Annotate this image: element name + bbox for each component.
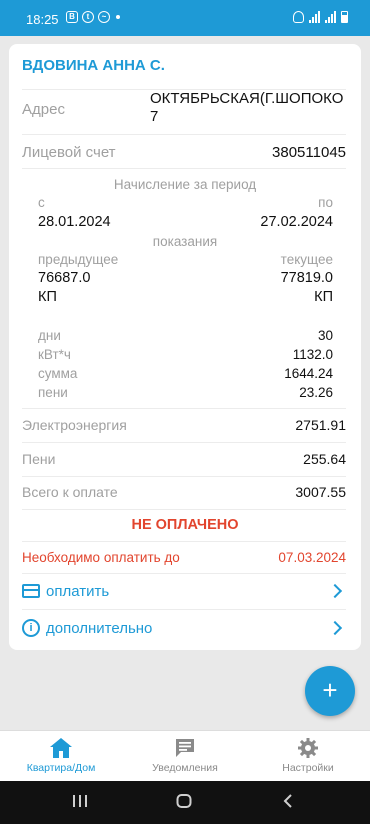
home-system-icon[interactable] [176,794,192,813]
pay-button[interactable]: оплатить [22,578,346,604]
stat-kwh-value: 1132.0 [292,347,333,362]
tb-icon: t [82,11,94,23]
stat-days-label: дни [38,328,61,343]
credit-card-icon [22,584,40,598]
divider [22,609,346,610]
nav-item-home-label: Квартира/Дом [26,762,96,774]
period-title: Начисление за период [113,177,257,192]
signal-icon [309,11,320,23]
messenger-icon: ~ [98,11,110,23]
period-to-label: по [318,195,333,210]
readings-curr-value: 77819.0 [280,270,333,286]
readings-prev-value: 76687.0 [38,270,91,286]
nav-item-notifications[interactable]: Уведомления [130,737,240,774]
status-time: 18:25 [26,12,59,27]
penalty-value: 255.64 [303,451,346,467]
account-number-value: 380511045 [272,144,346,161]
readings-prev-unit: КП [38,289,57,305]
4g-signal-icon [325,11,336,23]
account-holder-name: ВДОВИНА АННА С. [22,57,165,74]
address-value: ОКТЯБРЬСКАЯ(Г.ШОПОКО 7 [150,90,344,125]
address-label: Адрес [22,101,65,118]
stat-penalty-label: пени [38,385,68,400]
system-navigation-bar [0,781,370,824]
readings-title: показания [152,234,218,249]
nav-item-home[interactable]: Квартира/Дом [6,737,116,774]
nav-item-settings[interactable]: Настройки [253,737,363,774]
readings-curr-unit: КП [314,289,333,305]
more-button[interactable]: i дополнительно [22,615,346,641]
payment-status-badge: НЕ ОПЛАЧЕНО [131,517,239,533]
add-fab-button[interactable]: + [305,666,355,716]
due-row: Необходимо оплатить до 07.03.2024 [22,550,346,565]
due-date: 07.03.2024 [278,550,346,565]
readings-prev-label: предыдущее [38,252,119,267]
more-button-label: дополнительно [46,619,153,637]
total-label: Всего к оплате [22,484,118,500]
status-left-icons: B t ~ [66,11,120,23]
period-to-date: 27.02.2024 [260,214,333,230]
electricity-label: Электроэнергия [22,417,127,433]
penalty-label: Пени [22,451,56,467]
info-icon: i [22,619,40,637]
penalty-row: Пени 255.64 [22,451,346,467]
nav-item-settings-label: Настройки [282,762,334,774]
bottom-navigation: Квартира/Дом Уведомления Настройки [0,730,370,781]
chevron-right-icon [327,620,343,636]
period-from-date: 28.01.2024 [38,214,111,230]
account-card: ВДОВИНА АННА С. Адрес ОКТЯБРЬСКАЯ(Г.ШОПО… [9,44,361,650]
back-icon[interactable] [282,794,294,813]
chat-icon [130,737,240,759]
stat-kwh-label: кВт*ч [38,347,71,362]
chevron-right-icon [327,583,343,599]
total-value: 3007.55 [295,484,346,500]
due-label: Необходимо оплатить до [22,550,180,565]
divider [22,134,346,135]
stat-days-value: 30 [317,328,333,343]
divider [22,408,346,409]
account-number-label: Лицевой счет [22,144,116,161]
divider [22,541,346,542]
total-row: Всего к оплате 3007.55 [22,484,346,500]
status-right-icons [293,11,348,23]
gear-icon [253,737,363,759]
alarm-icon [293,11,304,23]
divider [22,573,346,574]
stat-sum-label: сумма [38,366,78,381]
period-from-label: с [38,195,45,210]
account-number-row: Лицевой счет 380511045 [22,144,346,161]
home-icon [6,737,116,759]
status-bar: 18:25 B t ~ [0,0,370,36]
pay-button-label: оплатить [46,582,110,600]
notification-dot-icon [116,15,120,19]
stat-penalty-value: 23.26 [299,385,333,400]
divider [22,509,346,510]
readings-curr-label: текущее [280,252,333,267]
electricity-value: 2751.91 [295,417,346,433]
stat-sum-value: 1644.24 [284,366,333,381]
recent-apps-icon[interactable] [72,794,88,813]
electricity-row: Электроэнергия 2751.91 [22,417,346,433]
divider [22,168,346,169]
divider [22,442,346,443]
nav-item-notifications-label: Уведомления [152,762,218,774]
divider [22,476,346,477]
battery-icon [341,11,348,23]
b-badge-icon: B [66,11,78,23]
